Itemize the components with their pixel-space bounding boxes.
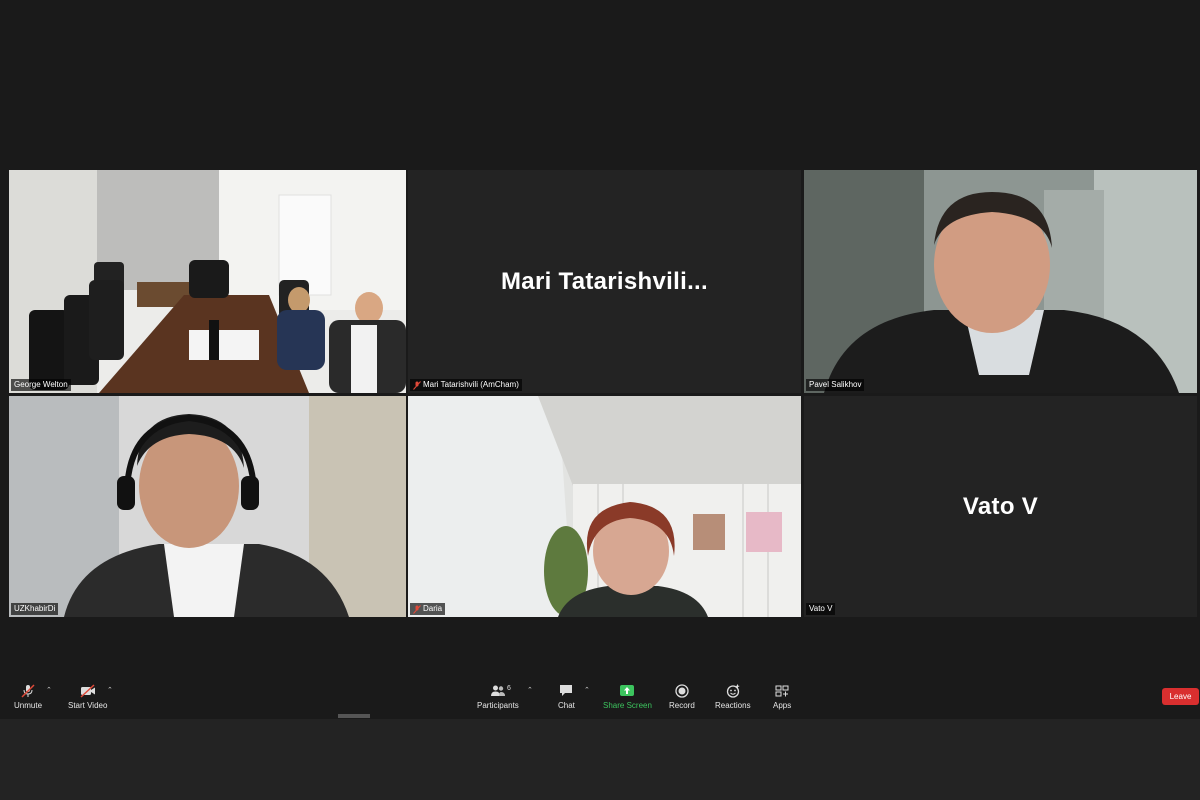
webcam-video: [9, 396, 406, 617]
record-button[interactable]: Record: [669, 684, 695, 710]
leave-button[interactable]: Leave: [1162, 688, 1199, 705]
chat-icon: [560, 685, 573, 696]
participants-count: 6: [507, 685, 511, 692]
participant-display-name: Vato V: [962, 492, 1039, 520]
conference-room-video: [9, 170, 406, 393]
mic-muted-icon: [21, 684, 35, 698]
video-tile-mari-tatarishvili[interactable]: Mari Tatarishvili... Mari Tatarishvili (…: [408, 170, 801, 393]
video-tile-george-welton[interactable]: George Welton: [9, 170, 406, 393]
chat-options-caret[interactable]: ⌃: [584, 686, 590, 694]
video-tile-pavel-salikhov[interactable]: Pavel Salikhov: [804, 170, 1197, 393]
participants-button[interactable]: Participants: [477, 684, 519, 710]
record-icon: [675, 684, 689, 698]
share-screen-button[interactable]: Share Screen: [603, 684, 652, 710]
participants-icon: [490, 685, 505, 696]
scrollbar-thumb[interactable]: [338, 714, 370, 718]
webcam-video: [408, 396, 801, 617]
participant-display-name: Mari Tatarishvili...: [501, 267, 708, 295]
video-tile-vato-v[interactable]: Vato V Vato V: [804, 396, 1197, 617]
participant-name-label: Pavel Salikhov: [806, 379, 865, 391]
video-tile-uzkhabirdi[interactable]: UZKhabirDi: [9, 396, 406, 617]
mic-muted-icon: [413, 604, 421, 614]
chat-button[interactable]: Chat: [558, 684, 575, 710]
video-tile-daria[interactable]: Daria: [408, 396, 801, 617]
video-options-caret[interactable]: ⌃: [107, 686, 113, 694]
video-off-icon: [80, 684, 95, 698]
participants-options-caret[interactable]: ⌃: [527, 686, 533, 694]
reactions-button[interactable]: Reactions: [715, 684, 751, 710]
start-video-button[interactable]: Start Video: [68, 684, 107, 710]
participant-name-label: George Welton: [11, 379, 71, 391]
participant-name-label: UZKhabirDi: [11, 603, 59, 615]
meeting-toolbar: Unmute ⌃ Start Video ⌃ Participants 6 ⌃ …: [0, 676, 1200, 716]
participant-name-label: Vato V: [806, 603, 836, 615]
reactions-icon: [726, 684, 739, 698]
audio-options-caret[interactable]: ⌃: [46, 686, 52, 694]
share-screen-icon: [620, 685, 635, 696]
apps-button[interactable]: Apps: [773, 684, 791, 710]
participant-name-label: Daria: [410, 603, 446, 615]
mic-muted-icon: [413, 380, 421, 390]
webcam-video: [804, 170, 1197, 393]
unmute-button[interactable]: Unmute: [14, 684, 42, 710]
bottom-area: [0, 719, 1200, 800]
apps-icon: [775, 685, 789, 697]
participant-name-label: Mari Tatarishvili (AmCham): [410, 379, 522, 391]
